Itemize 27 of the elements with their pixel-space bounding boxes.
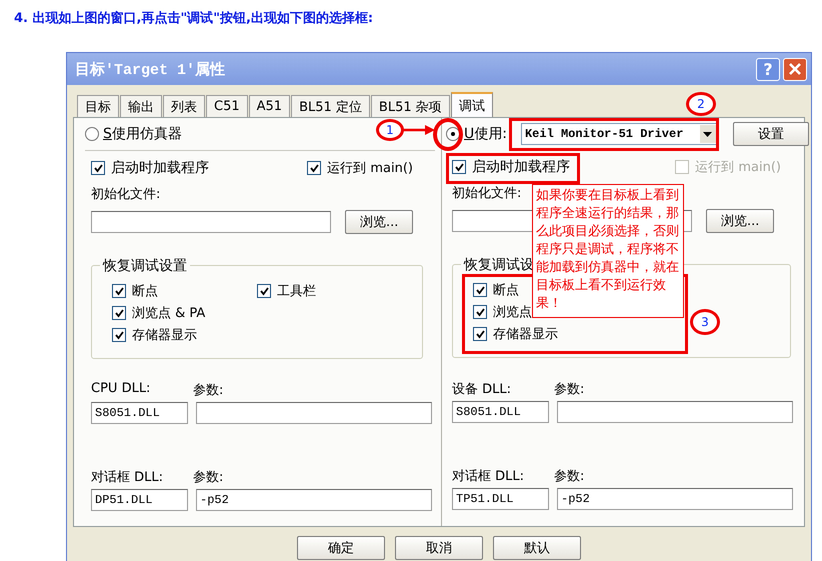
checkbox-label: 启动时加载程序 [111,159,209,177]
checkbox-label: 存储器显示 [132,327,197,344]
field-label: 参数: [193,469,224,486]
checkbox-label: 运行到 main() [695,159,781,176]
checkbox-label: 存储器显示 [493,326,558,343]
field-label: 参数: [554,381,584,398]
field-label: 参数: [193,382,224,399]
field-label: 设备 DLL: [452,381,512,398]
dropdown-value: Keil Monitor-51 Driver [524,127,684,141]
heading-text: 4. 出现如上图的窗口,再点击"调试"按钮,出现如下图的选择框: [13,10,374,27]
checkbox-label: 断点 [132,283,158,300]
field-label: 参数: [554,468,584,485]
number-marker: 2 [686,92,716,116]
checkbox-label: 浏览点 [493,304,532,321]
checkbox-label: 运行到 main() [327,160,413,177]
note-tooltip: 如果你要在目标板上看到程序全速运行的结果，那么此项目必须选择，否则程序只是调试，程序将不能加载到仿真器中，就在目标板上看不到运行效果！ [532,184,684,318]
checkbox-label: 工具栏 [277,283,316,300]
group-title: 恢复调试设置 [100,257,190,275]
field-label: 对话框 DLL: [91,469,164,486]
checkbox-label: 浏览点 & PA [132,305,206,322]
checkbox-label: 断点 [493,282,519,299]
checkbox-label: 启动时加载程序 [472,158,570,176]
window-title: 目标'Target 1'属性 [75,60,226,78]
field-label: 初始化文件: [452,185,522,202]
field-label: 对话框 DLL: [452,468,526,485]
field-label: CPU DLL: [91,381,152,398]
field-label: 初始化文件: [91,186,160,203]
